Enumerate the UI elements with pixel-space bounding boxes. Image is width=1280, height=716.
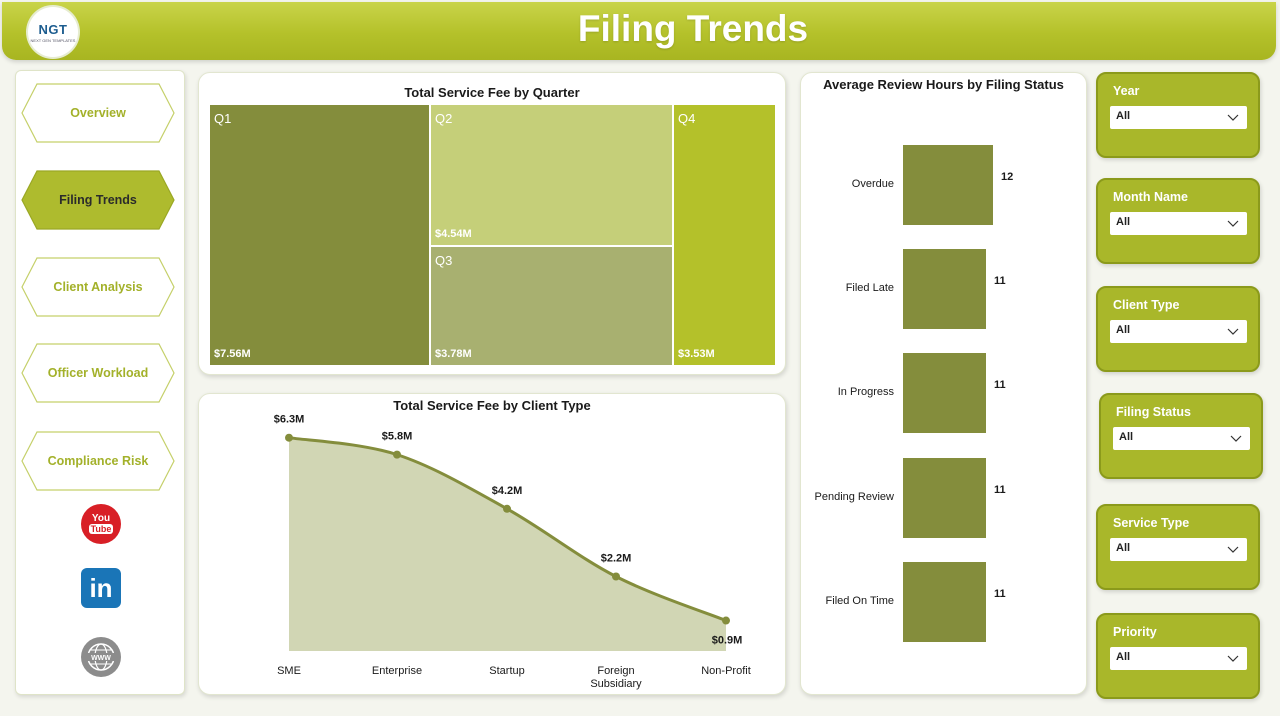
nav-compliance-risk-button[interactable]: Compliance Risk	[21, 431, 175, 491]
area-category-label: Startup	[489, 665, 524, 677]
slicer-priority-title: Priority	[1113, 625, 1157, 639]
slicer-month-name: Month Name All	[1096, 178, 1260, 264]
slicer-client-type-value: All	[1116, 324, 1131, 336]
treemap-tile-q4[interactable]: Q4 $3.53M	[673, 104, 776, 366]
bar-overdue[interactable]	[903, 145, 993, 225]
nav-overview-label: Overview	[70, 106, 126, 120]
chevron-down-icon	[1227, 546, 1239, 553]
area-data-label: $6.3M	[274, 414, 305, 426]
area-data-point[interactable]	[722, 616, 730, 625]
slicer-priority-value: All	[1116, 651, 1131, 663]
nav-client-analysis-label: Client Analysis	[53, 280, 143, 294]
website-globe-icon[interactable]: WWW	[81, 637, 121, 677]
youtube-icon[interactable]: You Tube	[81, 504, 121, 544]
area-data-label: $5.8M	[382, 431, 413, 443]
bar-data-label: 11	[994, 484, 1006, 496]
chevron-down-icon	[1227, 220, 1239, 227]
chevron-down-icon	[1230, 435, 1242, 442]
linkedin-text: in	[89, 572, 113, 603]
treemap-label-q4: Q4	[678, 111, 696, 126]
bar-category-label: Filed On Time	[825, 595, 894, 607]
area-data-label: $0.9M	[712, 635, 743, 647]
treemap-value-q1: $7.56M	[214, 348, 251, 360]
svg-text:WWW: WWW	[91, 655, 111, 662]
nav-overview-button[interactable]: Overview	[21, 83, 175, 143]
bar-pending-review[interactable]	[903, 458, 986, 538]
bar-chart-title: Average Review Hours by Filing Status	[823, 77, 1064, 92]
slicer-service-type-value: All	[1116, 542, 1131, 554]
treemap-label-q1: Q1	[214, 111, 232, 126]
slicer-service-type: Service Type All	[1096, 504, 1260, 590]
slicer-year-value: All	[1116, 110, 1131, 122]
area-category-label: Non-Profit	[701, 665, 751, 677]
slicer-month-name-dropdown[interactable]: All	[1110, 212, 1247, 235]
area-data-point[interactable]	[393, 450, 401, 459]
slicer-service-type-title: Service Type	[1113, 516, 1190, 530]
page-header: NGT NEXT GEN TEMPLATES Filing Trends	[2, 2, 1276, 60]
slicer-filing-status-title: Filing Status	[1116, 405, 1191, 419]
treemap-title: Total Service Fee by Quarter	[404, 85, 580, 100]
youtube-tube-text: Tube	[88, 524, 114, 534]
bar-data-label: 11	[994, 379, 1006, 391]
treemap-value-q3: $3.78M	[435, 348, 472, 360]
slicer-client-type-dropdown[interactable]: All	[1110, 320, 1247, 343]
bar-data-label: 12	[1001, 171, 1014, 183]
bar-data-label: 11	[994, 275, 1006, 287]
slicer-month-name-title: Month Name	[1113, 190, 1188, 204]
page-title: Filing Trends	[577, 8, 809, 49]
area-chart-card: Total Service Fee by Client Type $6.3M SM…	[198, 393, 786, 695]
treemap-label-q3: Q3	[435, 253, 453, 268]
globe-icon: WWW	[87, 643, 115, 671]
area-category-label: Foreign Subsidiary	[590, 665, 642, 690]
slicer-filing-status-dropdown[interactable]: All	[1113, 427, 1250, 450]
slicer-year-title: Year	[1113, 84, 1140, 98]
navigation-panel: Overview Filing Trends Client Analysis O…	[15, 70, 185, 695]
area-data-point[interactable]	[285, 433, 293, 442]
area-category-label: Enterprise	[372, 665, 422, 677]
treemap-tile-q1[interactable]: Q1 $7.56M	[209, 104, 430, 366]
slicer-priority-dropdown[interactable]: All	[1110, 647, 1247, 670]
bar-data-label: 11	[994, 588, 1006, 600]
slicer-month-name-value: All	[1116, 216, 1131, 228]
slicer-year-dropdown[interactable]: All	[1110, 106, 1247, 129]
slicer-year: Year All	[1096, 72, 1260, 158]
area-data-point[interactable]	[503, 504, 511, 513]
bar-category-label: In Progress	[837, 386, 894, 398]
chevron-down-icon	[1227, 655, 1239, 662]
chevron-down-icon	[1227, 114, 1239, 121]
bar-in-progress[interactable]	[903, 353, 986, 433]
nav-filing-trends-button[interactable]: Filing Trends	[21, 170, 175, 230]
nav-client-analysis-button[interactable]: Client Analysis	[21, 257, 175, 317]
nav-officer-workload-button[interactable]: Officer Workload	[21, 343, 175, 403]
area-fill	[289, 437, 726, 651]
treemap-tile-q2[interactable]: Q2 $4.54M	[430, 104, 673, 246]
treemap-value-q2: $4.54M	[435, 228, 472, 240]
treemap-tile-q3[interactable]: Q3 $3.78M	[430, 246, 673, 366]
treemap-value-q4: $3.53M	[678, 348, 715, 360]
treemap-card: Total Service Fee by Quarter Q1 $7.56M Q…	[198, 72, 786, 375]
bar-category-label: Pending Review	[814, 491, 895, 503]
area-data-label: $4.2M	[492, 485, 523, 497]
slicer-service-type-dropdown[interactable]: All	[1110, 538, 1247, 561]
bar-category-label: Overdue	[851, 178, 894, 190]
bar-category-label: Filed Late	[845, 282, 894, 294]
nav-filing-trends-label: Filing Trends	[59, 193, 137, 207]
linkedin-icon[interactable]: in	[81, 568, 121, 608]
youtube-you-text: You	[91, 513, 111, 524]
slicer-client-type-title: Client Type	[1113, 298, 1180, 312]
bar-filed-on-time[interactable]	[903, 562, 986, 642]
nav-officer-workload-label: Officer Workload	[47, 366, 149, 380]
area-category-label: SME	[277, 665, 301, 677]
slicer-priority: Priority All	[1096, 613, 1260, 699]
treemap-label-q2: Q2	[435, 111, 453, 126]
area-data-label: $2.2M	[601, 553, 632, 565]
slicer-filing-status-value: All	[1119, 431, 1134, 443]
slicer-client-type: Client Type All	[1096, 286, 1260, 372]
nav-compliance-risk-label: Compliance Risk	[47, 454, 149, 468]
chevron-down-icon	[1227, 328, 1239, 335]
area-chart[interactable]: $6.3M SME $5.8M Enterprise $4.2M Startup $2.2M…	[199, 394, 787, 696]
slicer-filing-status: Filing Status All	[1099, 393, 1263, 479]
bar-filed-late[interactable]	[903, 249, 986, 329]
area-data-point[interactable]	[612, 572, 620, 581]
